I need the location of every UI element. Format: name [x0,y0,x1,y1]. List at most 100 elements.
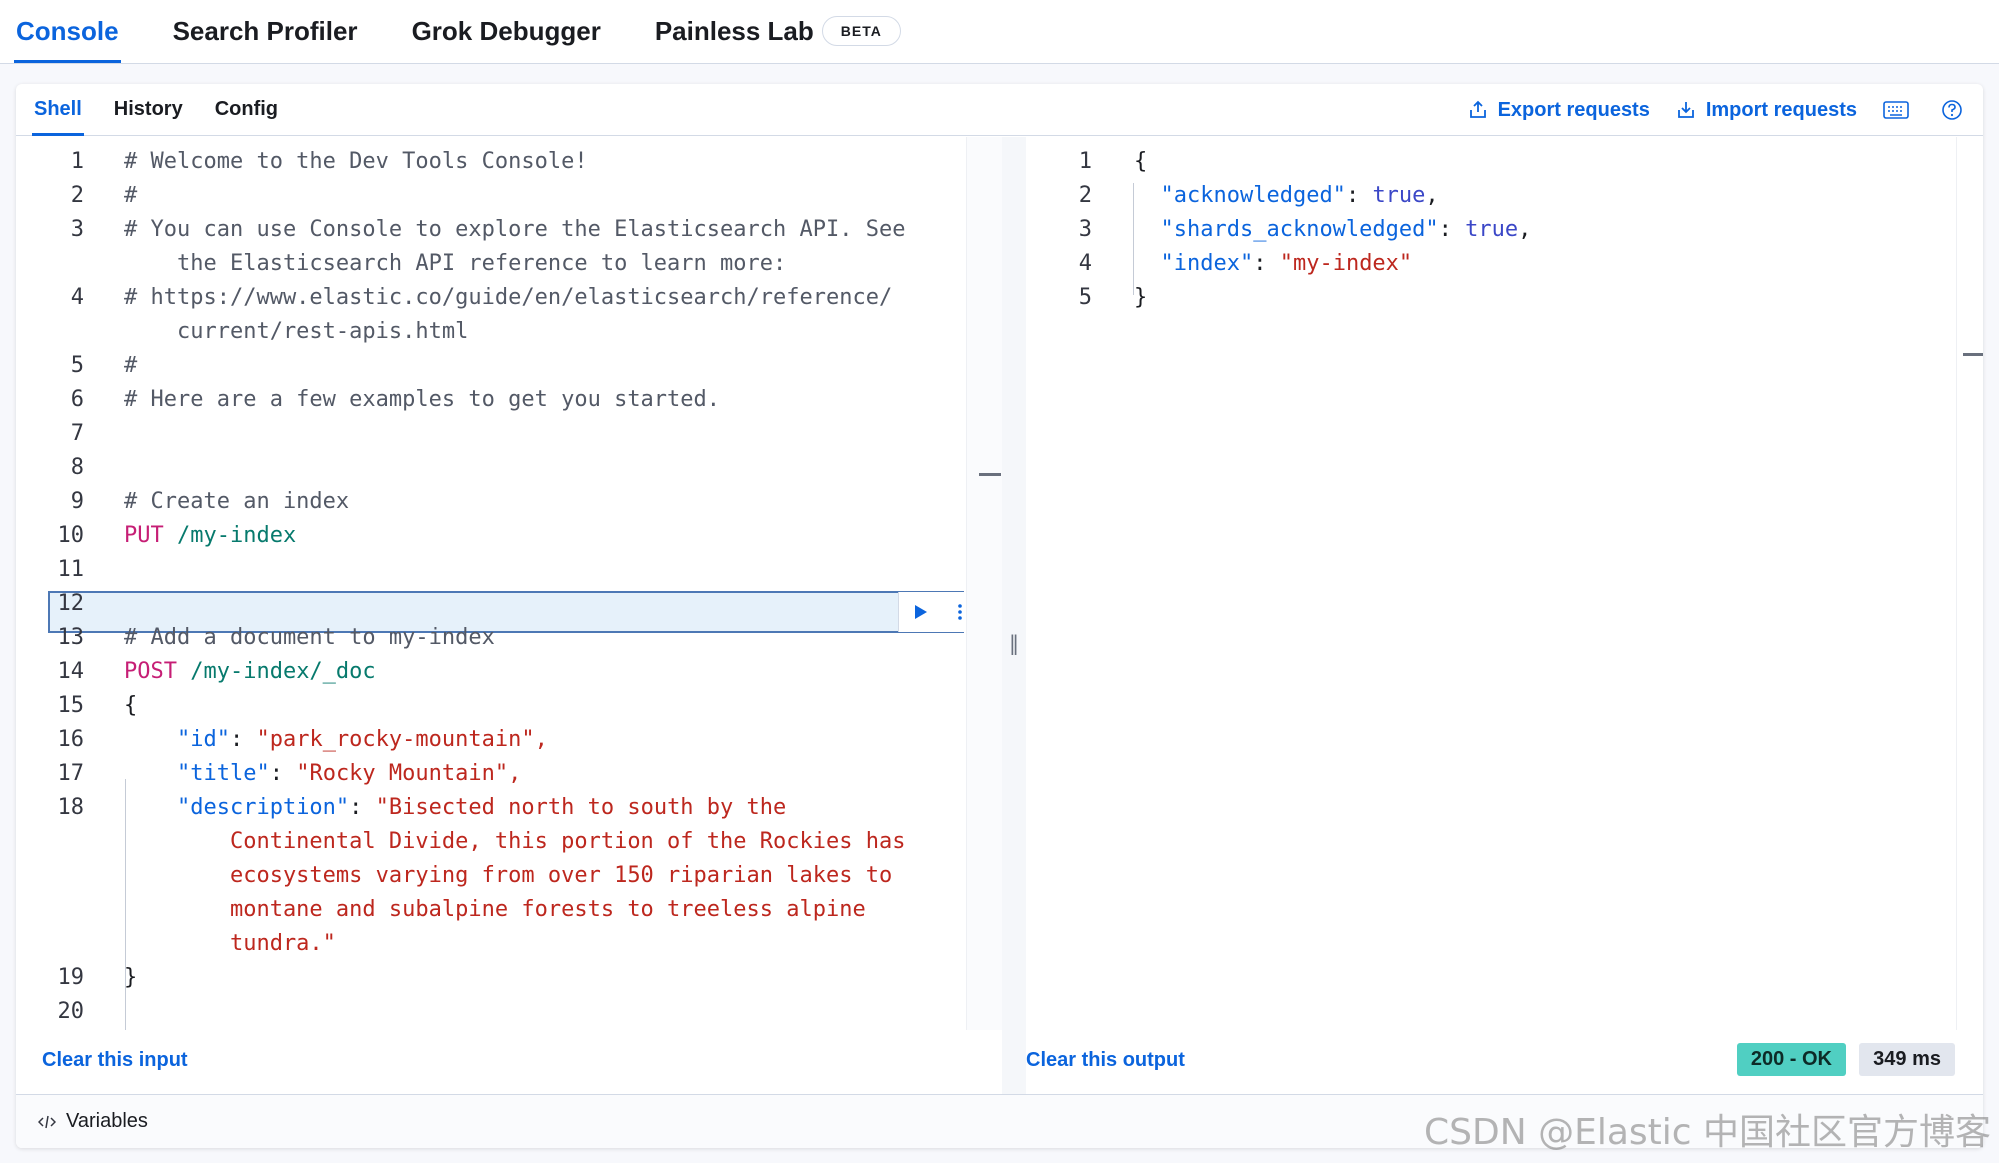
line-code: tundra." [124,927,336,961]
tab-painless-lab[interactable]: Painless Lab BETA [653,0,903,63]
line-code: # Here are a few examples to get you sta… [124,383,720,417]
json-string-value: "my-index" [1279,251,1413,276]
resize-grip-icon: ‖ [1009,630,1019,655]
json-brace: { [1134,149,1148,174]
watermark: CSDN @Elastic 中国社区官方博客 [1423,1112,1991,1153]
export-requests-button[interactable]: Export requests [1468,99,1650,122]
line-number: 1 [70,149,84,174]
json-string-value: tundra." [124,931,336,956]
line-number: 10 [57,523,85,548]
status-badge: 200 - OK [1736,1043,1846,1076]
line-number: 4 [70,285,84,310]
json-string-value: "Bisected north to south by the [375,795,787,820]
line-number: 9 [70,489,84,514]
line-number: 14 [57,659,85,684]
line-number: 2 [70,183,84,208]
json-brace: { [124,693,138,718]
line-number: 6 [70,387,84,412]
line-number: 2 [1078,183,1092,208]
export-icon [1469,100,1486,118]
import-requests-button[interactable]: Import requests [1676,99,1857,122]
output-footer: Clear this output 200 - OK 349 ms [1026,1030,1983,1090]
json-colon: : [269,761,297,786]
line-code: PUT /my-index [124,519,296,553]
comment-text: # You can use Console to explore the Ela… [124,217,906,242]
tab-shell[interactable]: Shell [32,84,84,136]
clear-output-button[interactable]: Clear this output [1026,1049,1185,1072]
tab-history[interactable]: History [114,84,183,136]
json-bool-value: true [1372,183,1426,208]
line-code: "shards_acknowledged": true, [1134,213,1532,247]
json-key: "title" [176,761,270,786]
comment-text: current/rest-apis.html [124,319,469,344]
line-code: # [124,179,137,213]
line-number: 16 [57,727,85,752]
clear-input-button[interactable]: Clear this input [42,1049,188,1072]
comment-text: # Welcome to the Dev Tools Console! [124,149,588,174]
editor-scrollbar[interactable] [966,137,1002,1030]
comment-text: # Here are a few examples to get you sta… [124,387,721,412]
json-string-value: ecosystems varying from over 150 riparia… [124,863,893,888]
json-key: "acknowledged" [1160,183,1346,208]
line-code: "id": "park_rocky-mountain", [124,723,548,757]
comment-text: # https://www.elastic.co/guide/en/elasti… [124,285,893,310]
response-time-badge: 349 ms [1859,1043,1955,1076]
request-path: /my-index/_doc [176,659,376,684]
tab-console[interactable]: Console [14,0,121,63]
json-comma: , [1518,217,1532,242]
line-number: 13 [57,625,85,650]
tab-search-profiler[interactable]: Search Profiler [171,0,360,63]
line-code: "acknowledged": true, [1134,179,1439,213]
line-code: { [124,689,137,723]
line-code: "description": "Bisected north to south … [124,791,786,825]
line-number: 18 [57,795,85,820]
json-string-value: "Rocky Mountain", [296,761,522,786]
request-actions [898,592,966,632]
help-button[interactable] [1941,99,1963,121]
tab-shell-label: Shell [34,98,82,120]
export-requests-label: Export requests [1497,98,1650,121]
line-number: 8 [70,455,84,480]
line-number: 11 [57,557,85,582]
play-icon[interactable] [914,604,928,620]
line-code: the Elasticsearch API reference to learn… [124,247,786,281]
tab-history-label: History [113,98,183,120]
line-number: 1 [1078,149,1092,174]
more-options-icon[interactable] [957,603,963,621]
json-comma: , [1425,183,1439,208]
line-number: 4 [1078,251,1092,276]
import-requests-label: Import requests [1705,98,1857,121]
request-editor[interactable]: 1 # Welcome to the Dev Tools Console! 2 #3 #… [16,137,966,1030]
line-code: POST /my-index/_doc [124,655,376,689]
line-code: "index": "my-index" [1134,247,1413,281]
line-number: 19 [57,965,85,990]
json-string-value: "park_rocky-mountain", [256,727,548,752]
tab-search-profiler-label: Search Profiler [172,15,358,46]
json-key: "description" [176,795,350,820]
tab-config[interactable]: Config [215,84,278,136]
line-code: montane and subalpine forests to treeles… [124,893,866,927]
line-code: Continental Divide, this portion of the … [124,825,906,859]
output-scrollbar[interactable] [1956,137,1983,1030]
tab-painless-lab-label: Painless Lab [654,15,814,46]
import-icon [1677,102,1694,118]
json-colon: : [1345,183,1373,208]
pane-resizer[interactable]: ‖ [1002,137,1026,1148]
json-string-value: Continental Divide, this portion of the … [124,829,906,854]
line-number: 5 [70,353,84,378]
line-code: current/rest-apis.html [124,315,468,349]
response-output[interactable]: 1 {2 "acknowledged": true, 3 "shards_ackno… [1026,137,1956,1030]
http-method: POST [124,659,177,684]
comment-text: # Create an index [124,489,350,514]
json-colon: : [349,795,376,820]
tab-grok-debugger[interactable]: Grok Debugger [410,0,603,63]
line-number: 7 [70,421,84,446]
comment-text: # Add a document to my-index [124,625,495,650]
code-icon [38,1115,56,1128]
line-code: # Welcome to the Dev Tools Console! [124,145,588,179]
line-code: # Add a document to my-index [124,621,495,655]
keyboard-shortcuts-button[interactable] [1883,101,1909,119]
